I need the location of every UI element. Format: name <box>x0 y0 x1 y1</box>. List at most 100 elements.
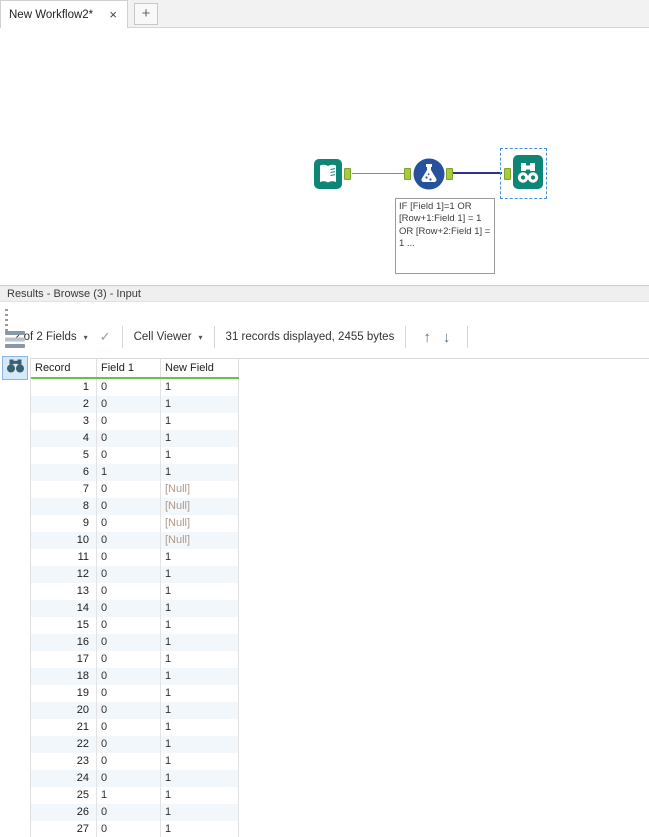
table-row[interactable]: 26 0 1 <box>31 804 239 821</box>
record-cell[interactable]: 15 <box>31 617 97 634</box>
metadata-view-button[interactable] <box>2 330 28 354</box>
field1-cell[interactable]: 0 <box>97 396 161 413</box>
tool-annotation[interactable]: IF [Field 1]=1 OR [Row+1:Field 1] = 1 OR… <box>395 198 495 274</box>
field1-cell[interactable]: 0 <box>97 685 161 702</box>
field1-cell[interactable]: 0 <box>97 617 161 634</box>
field1-cell[interactable]: 0 <box>97 719 161 736</box>
field1-cell[interactable]: 0 <box>97 770 161 787</box>
record-cell[interactable]: 4 <box>31 430 97 447</box>
record-cell[interactable]: 7 <box>31 481 97 498</box>
table-row[interactable]: 10 0 [Null] <box>31 532 239 549</box>
newfield-cell[interactable]: [Null] <box>161 515 239 532</box>
field1-cell[interactable]: 0 <box>97 430 161 447</box>
table-row[interactable]: 15 0 1 <box>31 617 239 634</box>
newfield-cell[interactable]: 1 <box>161 753 239 770</box>
table-row[interactable]: 1 0 1 <box>31 379 239 396</box>
formula-input-anchor[interactable] <box>404 168 411 180</box>
record-cell[interactable]: 26 <box>31 804 97 821</box>
field1-cell[interactable]: 0 <box>97 532 161 549</box>
field1-cell[interactable]: 0 <box>97 702 161 719</box>
browse-input-anchor[interactable] <box>504 168 511 180</box>
field1-cell[interactable]: 0 <box>97 447 161 464</box>
table-row[interactable]: 24 0 1 <box>31 770 239 787</box>
table-row[interactable]: 8 0 [Null] <box>31 498 239 515</box>
newfield-cell[interactable]: 1 <box>161 668 239 685</box>
connection-wire-formula-browse[interactable] <box>453 172 502 174</box>
newfield-cell[interactable]: 1 <box>161 549 239 566</box>
table-row[interactable]: 11 0 1 <box>31 549 239 566</box>
field1-cell[interactable]: 0 <box>97 736 161 753</box>
newfield-cell[interactable]: 1 <box>161 770 239 787</box>
formula-tool[interactable] <box>413 158 445 195</box>
tab-new-workflow2[interactable]: New Workflow2* × <box>0 0 128 28</box>
column-header-field1[interactable]: Field 1 <box>97 359 161 377</box>
field1-cell[interactable]: 0 <box>97 583 161 600</box>
field1-cell[interactable]: 0 <box>97 600 161 617</box>
field1-cell[interactable]: 1 <box>97 464 161 481</box>
table-row[interactable]: 9 0 [Null] <box>31 515 239 532</box>
table-row[interactable]: 12 0 1 <box>31 566 239 583</box>
newfield-cell[interactable]: 1 <box>161 804 239 821</box>
record-cell[interactable]: 13 <box>31 583 97 600</box>
newfield-cell[interactable]: [Null] <box>161 498 239 515</box>
newfield-cell[interactable]: 1 <box>161 617 239 634</box>
field1-cell[interactable]: 0 <box>97 821 161 837</box>
record-cell[interactable]: 3 <box>31 413 97 430</box>
table-row[interactable]: 19 0 1 <box>31 685 239 702</box>
record-cell[interactable]: 11 <box>31 549 97 566</box>
newfield-cell[interactable]: 1 <box>161 651 239 668</box>
field1-cell[interactable]: 0 <box>97 634 161 651</box>
newfield-cell[interactable]: 1 <box>161 430 239 447</box>
record-cell[interactable]: 8 <box>31 498 97 515</box>
field1-cell[interactable]: 0 <box>97 753 161 770</box>
field1-cell[interactable]: 0 <box>97 413 161 430</box>
newfield-cell[interactable]: [Null] <box>161 532 239 549</box>
table-row[interactable]: 17 0 1 <box>31 651 239 668</box>
workflow-canvas[interactable]: IF [Field 1]=1 OR [Row+1:Field 1] = 1 OR… <box>0 29 649 285</box>
field1-cell[interactable]: 0 <box>97 668 161 685</box>
newfield-cell[interactable]: 1 <box>161 634 239 651</box>
apply-check-icon[interactable]: ✓ <box>100 329 111 345</box>
table-row[interactable]: 18 0 1 <box>31 668 239 685</box>
record-cell[interactable]: 16 <box>31 634 97 651</box>
scroll-down-button[interactable]: ↓ <box>437 329 457 346</box>
record-cell[interactable]: 17 <box>31 651 97 668</box>
column-header-record[interactable]: Record <box>31 359 97 377</box>
record-cell[interactable]: 6 <box>31 464 97 481</box>
record-cell[interactable]: 14 <box>31 600 97 617</box>
record-cell[interactable]: 24 <box>31 770 97 787</box>
newfield-cell[interactable]: 1 <box>161 379 239 396</box>
table-row[interactable]: 27 0 1 <box>31 821 239 837</box>
newfield-cell[interactable]: 1 <box>161 685 239 702</box>
table-row[interactable]: 7 0 [Null] <box>31 481 239 498</box>
table-row[interactable]: 21 0 1 <box>31 719 239 736</box>
table-row[interactable]: 5 0 1 <box>31 447 239 464</box>
field1-cell[interactable]: 0 <box>97 804 161 821</box>
table-row[interactable]: 16 0 1 <box>31 634 239 651</box>
field1-cell[interactable]: 0 <box>97 498 161 515</box>
field1-cell[interactable]: 0 <box>97 515 161 532</box>
record-cell[interactable]: 2 <box>31 396 97 413</box>
record-cell[interactable]: 5 <box>31 447 97 464</box>
results-data-grid[interactable]: Record Field 1 New Field 1 0 1 2 0 1 3 0… <box>30 358 649 837</box>
record-cell[interactable]: 10 <box>31 532 97 549</box>
record-cell[interactable]: 12 <box>31 566 97 583</box>
newfield-cell[interactable]: 1 <box>161 583 239 600</box>
newfield-cell[interactable]: 1 <box>161 600 239 617</box>
newfield-cell[interactable]: 1 <box>161 787 239 804</box>
newfield-cell[interactable]: 1 <box>161 396 239 413</box>
field1-cell[interactable]: 0 <box>97 379 161 396</box>
table-row[interactable]: 20 0 1 <box>31 702 239 719</box>
browse-tool[interactable] <box>513 155 543 194</box>
newfield-cell[interactable]: 1 <box>161 736 239 753</box>
newfield-cell[interactable]: 1 <box>161 702 239 719</box>
field1-cell[interactable]: 0 <box>97 549 161 566</box>
new-tab-button[interactable]: + <box>134 3 158 25</box>
formula-output-anchor[interactable] <box>446 168 453 180</box>
table-row[interactable]: 25 1 1 <box>31 787 239 804</box>
field1-cell[interactable]: 0 <box>97 481 161 498</box>
record-cell[interactable]: 1 <box>31 379 97 396</box>
field1-cell[interactable]: 1 <box>97 787 161 804</box>
table-row[interactable]: 6 1 1 <box>31 464 239 481</box>
cell-viewer-dropdown[interactable]: Cell Viewer ▾ <box>134 331 203 343</box>
